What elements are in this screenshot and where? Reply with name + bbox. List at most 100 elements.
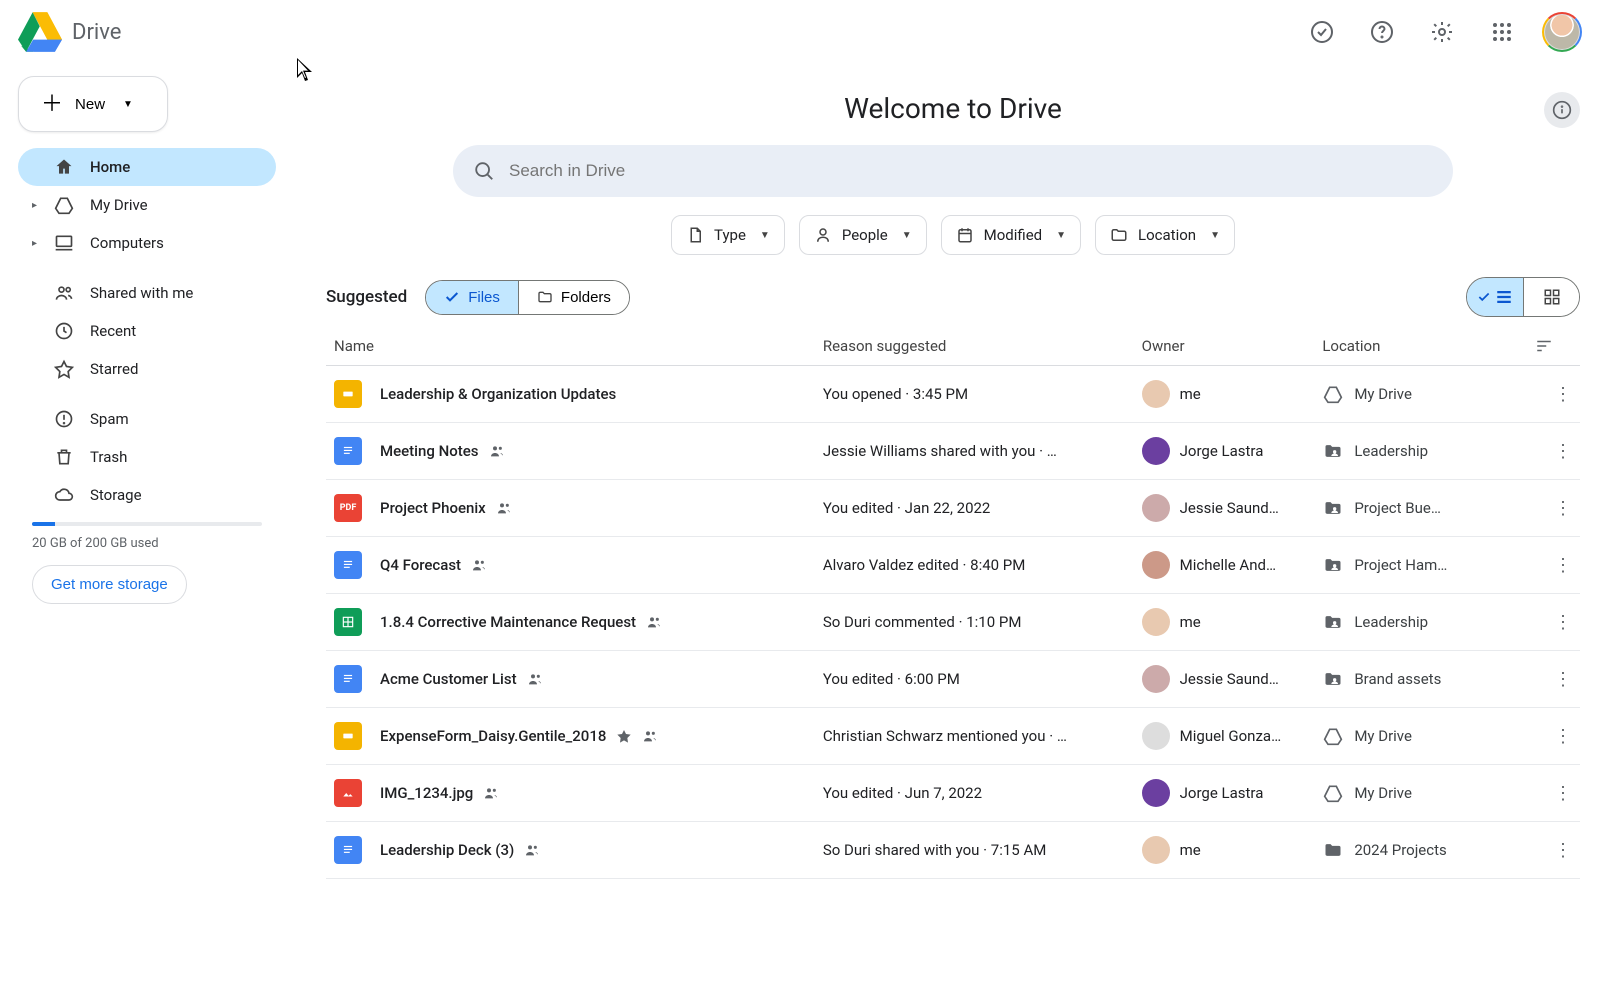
drive-logo-icon[interactable]	[18, 12, 62, 52]
file-row[interactable]: IMG_1234.jpg You edited · Jun 7, 2022 Jo…	[326, 765, 1580, 822]
file-location: Leadership	[1354, 442, 1428, 460]
info-icon[interactable]	[1544, 92, 1580, 128]
expand-chevron-icon: ▸	[32, 200, 42, 211]
storage-usage-text: 20 GB of 200 GB used	[18, 534, 276, 561]
file-owner: Michelle And…	[1180, 556, 1276, 574]
col-name[interactable]: Name	[326, 327, 815, 366]
owner-avatar	[1142, 836, 1170, 864]
help-icon[interactable]	[1362, 12, 1402, 52]
nav-storage[interactable]: Storage	[18, 476, 276, 514]
nav-recent[interactable]: Recent	[18, 312, 276, 350]
owner-avatar	[1142, 722, 1170, 750]
file-row[interactable]: Leadership & Organization Updates You op…	[326, 366, 1580, 423]
file-row[interactable]: Acme Customer List You edited · 6:00 PM …	[326, 651, 1580, 708]
owner-avatar	[1142, 551, 1170, 579]
nav-label: Recent	[90, 322, 136, 340]
shared-icon	[496, 500, 512, 516]
file-name: Project Phoenix	[380, 499, 486, 517]
get-storage-button[interactable]: Get more storage	[32, 565, 187, 604]
nav-shared-with-me[interactable]: Shared with me	[18, 274, 276, 312]
slides-file-icon	[334, 722, 362, 750]
clock-icon	[54, 321, 74, 341]
nav-label: Shared with me	[90, 284, 193, 302]
file-owner: Jorge Lastra	[1180, 442, 1264, 460]
file-row[interactable]: PDF Project Phoenix You edited · Jan 22,…	[326, 480, 1580, 537]
file-icon	[686, 226, 704, 244]
nav-starred[interactable]: Starred	[18, 350, 276, 388]
nav-label: My Drive	[90, 196, 148, 214]
file-location: My Drive	[1354, 727, 1412, 745]
mydrive-icon	[1322, 726, 1344, 746]
new-button-label: New	[75, 96, 105, 113]
file-reason: So Duri commented · 1:10 PM	[815, 594, 1134, 651]
mydrive-icon	[1322, 783, 1344, 803]
search-bar[interactable]	[453, 145, 1453, 197]
nav-label: Home	[90, 158, 130, 176]
file-owner: me	[1180, 841, 1201, 859]
row-more-icon[interactable]: ⋮	[1554, 441, 1572, 462]
row-more-icon[interactable]: ⋮	[1554, 384, 1572, 405]
file-row[interactable]: 1.8.4 Corrective Maintenance Request So …	[326, 594, 1580, 651]
nav-trash[interactable]: Trash	[18, 438, 276, 476]
apps-grid-icon[interactable]	[1482, 12, 1522, 52]
file-owner: me	[1180, 385, 1201, 403]
owner-avatar	[1142, 779, 1170, 807]
row-more-icon[interactable]: ⋮	[1554, 783, 1572, 804]
file-location: Brand assets	[1354, 670, 1441, 688]
brand-text[interactable]: Drive	[72, 20, 121, 45]
chevron-down-icon: ▼	[1210, 230, 1220, 241]
plus-icon: ＋	[41, 93, 63, 115]
row-more-icon[interactable]: ⋮	[1554, 612, 1572, 633]
row-more-icon[interactable]: ⋮	[1554, 726, 1572, 747]
nav-my-drive[interactable]: ▸ My Drive	[18, 186, 276, 224]
nav-home[interactable]: Home	[18, 148, 276, 186]
col-owner[interactable]: Owner	[1134, 327, 1315, 366]
search-input[interactable]	[509, 161, 1433, 181]
owner-avatar	[1142, 494, 1170, 522]
account-avatar[interactable]	[1542, 12, 1582, 52]
filter-modified[interactable]: Modified ▼	[941, 215, 1081, 255]
trash-icon	[54, 447, 74, 467]
people-icon	[54, 283, 74, 303]
nav-spam[interactable]: Spam	[18, 400, 276, 438]
slides-file-icon	[334, 380, 362, 408]
folder-shared-icon	[1322, 555, 1344, 575]
file-owner: Jorge Lastra	[1180, 784, 1264, 802]
chevron-down-icon: ▼	[902, 230, 912, 241]
file-row[interactable]: Q4 Forecast Alvaro Valdez edited · 8:40 …	[326, 537, 1580, 594]
segment-files[interactable]: Files	[426, 281, 518, 314]
row-more-icon[interactable]: ⋮	[1554, 840, 1572, 861]
folder-shared-icon	[1322, 612, 1344, 632]
mydrive-icon	[54, 195, 74, 215]
file-name: IMG_1234.jpg	[380, 784, 473, 802]
settings-gear-icon[interactable]	[1422, 12, 1462, 52]
row-more-icon[interactable]: ⋮	[1554, 669, 1572, 690]
nav-computers[interactable]: ▸ Computers	[18, 224, 276, 262]
segment-folders[interactable]: Folders	[518, 281, 629, 314]
offline-ready-icon[interactable]	[1302, 12, 1342, 52]
spam-icon	[54, 409, 74, 429]
file-location: My Drive	[1354, 784, 1412, 802]
file-reason: You edited · Jan 22, 2022	[815, 480, 1134, 537]
home-icon	[54, 157, 74, 177]
col-location[interactable]: Location	[1314, 327, 1527, 366]
new-button[interactable]: ＋ New ▼	[18, 76, 168, 132]
col-sort[interactable]	[1527, 327, 1580, 366]
col-reason[interactable]: Reason suggested	[815, 327, 1134, 366]
file-row[interactable]: ExpenseForm_Daisy.Gentile_2018 Christian…	[326, 708, 1580, 765]
view-list-button[interactable]	[1467, 278, 1523, 316]
file-name: Meeting Notes	[380, 442, 479, 460]
shared-icon	[471, 557, 487, 573]
filter-people[interactable]: People ▼	[799, 215, 927, 255]
row-more-icon[interactable]: ⋮	[1554, 555, 1572, 576]
file-row[interactable]: Meeting Notes Jessie Williams shared wit…	[326, 423, 1580, 480]
nav-label: Trash	[90, 448, 127, 466]
row-more-icon[interactable]: ⋮	[1554, 498, 1572, 519]
filter-location[interactable]: Location ▼	[1095, 215, 1235, 255]
filter-type[interactable]: Type ▼	[671, 215, 785, 255]
file-row[interactable]: Leadership Deck (3) So Duri shared with …	[326, 822, 1580, 879]
chevron-down-icon: ▼	[1056, 230, 1066, 241]
owner-avatar	[1142, 437, 1170, 465]
owner-avatar	[1142, 665, 1170, 693]
view-grid-button[interactable]	[1523, 278, 1579, 316]
